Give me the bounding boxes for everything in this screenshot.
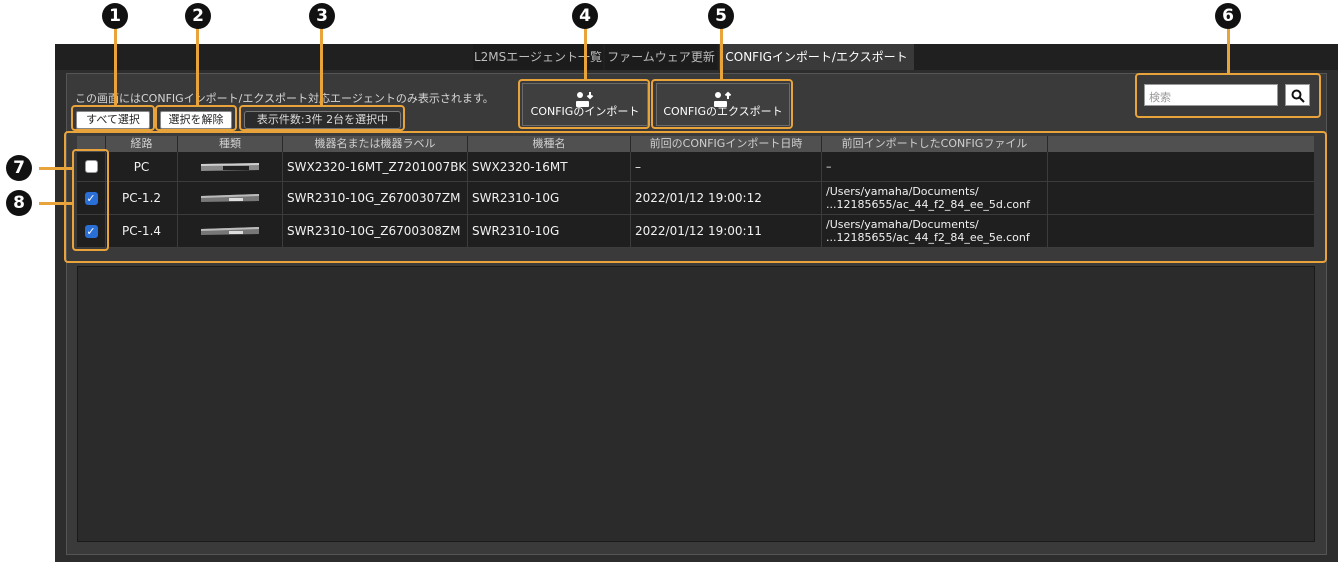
tab-config-import-export[interactable]: CONFIGインポート/エクスポート <box>719 44 914 70</box>
callout-8: 8 <box>6 190 32 216</box>
highlight-export <box>651 79 793 129</box>
callout-7: 7 <box>6 155 32 181</box>
leader-line-3 <box>320 24 323 106</box>
leader-line-4 <box>584 24 587 80</box>
leader-line-1 <box>114 24 117 106</box>
leader-line-2 <box>196 24 199 106</box>
tab-firmware-update[interactable]: ファームウェア更新 <box>605 44 717 70</box>
highlight-search <box>1135 73 1321 118</box>
leader-line-5 <box>720 24 723 80</box>
highlight-import <box>518 79 650 129</box>
leader-line-7 <box>39 167 73 170</box>
table-empty-area <box>77 266 1315 542</box>
leader-line-6 <box>1227 24 1230 74</box>
highlight-select-all <box>71 105 155 131</box>
tab-bar: L2MSエージェント一覧 ファームウェア更新 CONFIGインポート/エクスポー… <box>55 44 1338 70</box>
callout-2: 2 <box>185 3 211 29</box>
info-text: この画面にはCONFIGインポート/エクスポート対応エージェントのみ表示されます… <box>75 92 494 105</box>
highlight-count <box>239 105 405 131</box>
leader-line-8 <box>39 202 73 205</box>
highlight-checkboxes <box>72 149 109 251</box>
highlight-deselect <box>155 105 237 131</box>
callout-5: 5 <box>708 3 734 29</box>
callout-1: 1 <box>102 3 128 29</box>
callout-3: 3 <box>309 3 335 29</box>
callout-4: 4 <box>572 3 598 29</box>
callout-6: 6 <box>1215 3 1241 29</box>
highlight-table <box>64 131 1327 263</box>
